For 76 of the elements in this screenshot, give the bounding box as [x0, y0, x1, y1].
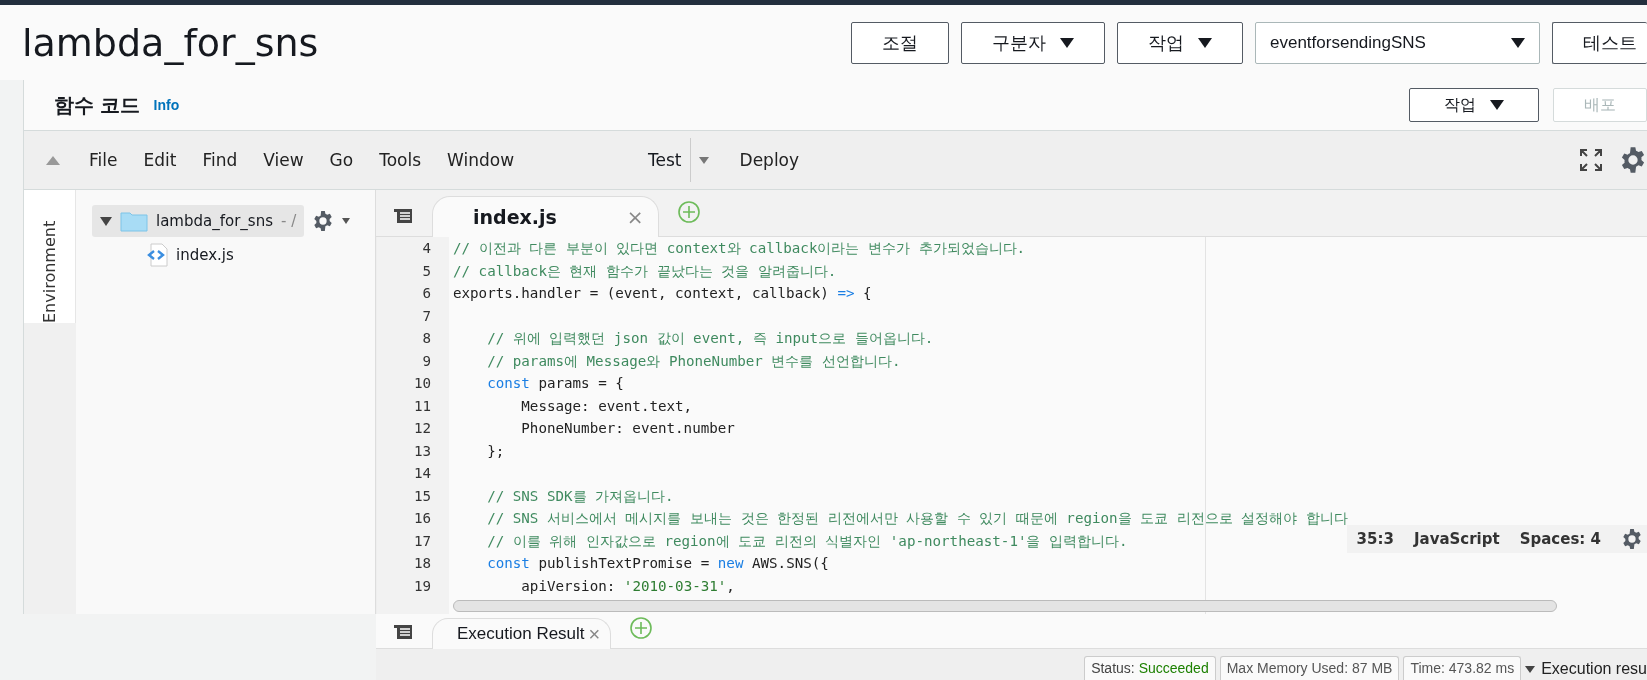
line-number: 6	[421, 284, 431, 303]
menu-item[interactable]: Edit	[130, 150, 190, 170]
code-line: Message: event.text,	[520, 396, 693, 416]
code-line: // SNS 서비스에서 메시지를 보내는 것은 한정된 리전에서만 사용할 수 있기 때문에 region을 도쿄 리전으로 설정해야 합니다	[486, 509, 1348, 528]
panel-menu-icon[interactable]	[394, 208, 414, 224]
scrollbar[interactable]	[453, 600, 1557, 612]
line-number: 12	[412, 419, 431, 438]
test-event-select[interactable]: eventforsendingSNS	[1255, 21, 1540, 64]
menu-item[interactable]: Go	[316, 150, 367, 170]
menu-item[interactable]: Window	[434, 150, 528, 170]
indent-label[interactable]: Spaces: 4	[1519, 530, 1601, 548]
code-line: // 이전과 다른 부분이 있다면 context와 callback이라는 변수가 추가되었습니다.	[453, 239, 1026, 258]
caret-icon[interactable]	[698, 156, 709, 164]
header-button[interactable]: 작업	[1117, 21, 1243, 64]
test-button[interactable]: Test	[640, 138, 691, 182]
page-title: lambda_for_sns	[22, 20, 320, 65]
language-label[interactable]: JavaScript	[1413, 530, 1500, 548]
header-button[interactable]: 작업	[1409, 88, 1539, 122]
caret-icon	[342, 218, 351, 224]
tree-item[interactable]: index.js	[138, 239, 338, 271]
code-line: // SNS SDK를 가져옵니다.	[486, 486, 674, 506]
menu-item[interactable]: File	[76, 150, 131, 170]
line-number: 4	[421, 239, 431, 258]
panel-menu-icon[interactable]	[394, 624, 414, 640]
line-number: 5	[421, 261, 431, 281]
code-line: const publishTextPromise = new AWS.SNS({	[486, 554, 829, 573]
info-link[interactable]: Info	[153, 97, 1395, 113]
line-number: 7	[421, 306, 431, 326]
editor-tab[interactable]: index.js ×	[432, 196, 659, 237]
line-number: 14	[412, 464, 431, 483]
menu-item[interactable]: Find	[189, 150, 251, 170]
line-number: 19	[412, 576, 431, 596]
caret-icon	[1198, 37, 1212, 48]
line-number: 15	[412, 486, 431, 506]
result-tab[interactable]: Execution Result ×	[432, 618, 612, 649]
line-number: 10	[412, 374, 431, 393]
caret-icon	[1490, 100, 1504, 110]
caret-icon	[1511, 37, 1525, 48]
tree-item[interactable]: lambda_for_sns - /	[92, 205, 305, 237]
caret-icon	[1525, 665, 1536, 673]
line-number: 9	[421, 351, 431, 371]
line-number: 16	[412, 509, 431, 528]
code-line: // 위에 입력했던 json 값이 event, 즉 input으로 들어옵니다.	[486, 329, 934, 348]
cursor-position: 35:3	[1356, 530, 1394, 548]
header-button[interactable]: 테스트	[1552, 21, 1647, 64]
menu-item[interactable]: View	[250, 150, 317, 170]
code-line: // 이를 위해 인자값으로 region에 도쿄 리전의 식별자인 'ap-northeast-1'을 입력합니다.	[486, 531, 1128, 551]
settings-icon[interactable]	[1621, 528, 1643, 550]
code-line: PhoneNumber: event.number	[520, 419, 735, 438]
caret-icon	[1060, 37, 1074, 48]
deploy-button[interactable]: Deploy	[726, 150, 813, 170]
code-line: const params = {	[486, 374, 624, 393]
code-line: exports.handler = (event, context, callback) => {	[453, 284, 872, 303]
expand-icon[interactable]	[100, 215, 112, 227]
result-toggle[interactable]: Execution resu	[1525, 658, 1647, 680]
status-chip: Max Memory Used: 87 MB	[1219, 656, 1400, 680]
settings-icon[interactable]	[1619, 146, 1647, 174]
menu-item[interactable]: Tools	[366, 150, 435, 170]
line-number: 11	[412, 396, 431, 416]
line-number: 8	[421, 329, 431, 348]
code-line: // callback은 현재 함수가 끝났다는 것을 알려줍니다.	[453, 261, 837, 281]
code-line: // params에 Message와 PhoneNumber 변수를 선언합니다.	[486, 351, 901, 371]
code-line: };	[486, 441, 505, 461]
line-number: 17	[412, 531, 431, 551]
code-line: apiVersion: '2010-03-31',	[520, 576, 735, 596]
folder-icon	[120, 210, 148, 232]
header-button[interactable]: 조절	[851, 21, 949, 64]
status-chip: Status: Succeeded	[1084, 656, 1216, 680]
close-icon[interactable]: ×	[588, 622, 601, 646]
line-number: 13	[412, 441, 431, 461]
code-file-icon	[146, 243, 168, 267]
status-chip: Time: 473.82 ms	[1403, 656, 1522, 680]
line-number: 18	[412, 554, 431, 573]
header-button[interactable]: 구분자	[961, 21, 1105, 64]
fullscreen-icon[interactable]	[1579, 148, 1603, 172]
section-title: 함수 코드	[54, 92, 140, 118]
